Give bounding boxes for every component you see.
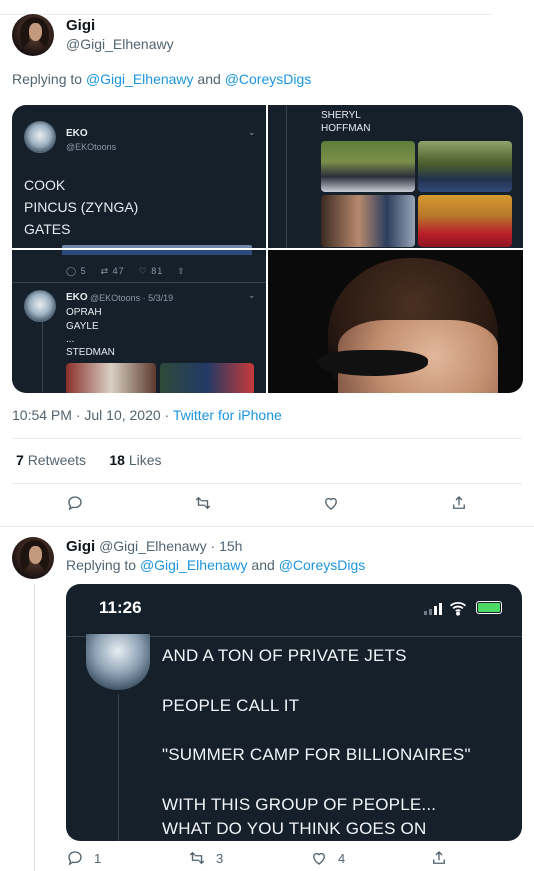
name-label: HOFFMAN: [321, 123, 371, 134]
reply-button[interactable]: [66, 494, 84, 512]
reply-user-link[interactable]: @Gigi_Elhenawy: [86, 71, 194, 87]
retweet-count: 3: [216, 850, 224, 866]
author-name[interactable]: Gigi: [66, 17, 95, 34]
media-text-line: PINCUS (ZYNGA): [24, 199, 139, 215]
source-link[interactable]: Twitter for iPhone: [173, 407, 282, 423]
media-image-4[interactable]: [268, 250, 523, 393]
photo: [418, 141, 512, 192]
share-button[interactable]: [450, 494, 468, 512]
screenshot-text-line: AND A TON OF PRIVATE JETS: [162, 646, 407, 665]
reply-icon: [68, 851, 82, 866]
tweet-actions: 1 3 4: [0, 849, 534, 869]
chevron-down-icon: ⌄: [248, 290, 256, 300]
divider: [0, 526, 534, 527]
tweet-actions: [0, 494, 534, 518]
eko-handle: @EKOtoons: [66, 142, 117, 152]
tweet-timestamp: 10:54 PM · Jul 10, 2020 · Twitter for iP…: [12, 407, 282, 423]
heart-icon: [313, 852, 325, 865]
retweet-icon: [195, 496, 211, 510]
reply-user-link[interactable]: @Gigi_Elhenawy: [140, 557, 248, 573]
photo: [321, 195, 415, 247]
retweet-icon: [189, 851, 205, 865]
tweet-stats: 7 Retweets 18 Likes: [16, 452, 162, 468]
screenshot-text-line: WHAT DO YOU THINK GOES ON: [162, 819, 427, 838]
signal-icon: [424, 603, 442, 615]
battery-icon: [476, 601, 502, 614]
media-text-line: STEDMAN: [66, 347, 115, 358]
media-text-line: GATES: [24, 221, 71, 237]
photo: [418, 195, 512, 247]
divider: [12, 438, 522, 439]
replying-to: Replying to @Gigi_Elhenawy and @CoreysDi…: [12, 71, 312, 87]
tweet-avatar-eko: [86, 634, 150, 690]
status-clock: 11:26: [99, 598, 142, 617]
media-image-screenshot[interactable]: 11:26 AND A TON OF PRIVATE JETS PEOPLE C…: [66, 584, 522, 841]
tweet-actions-row: ◯ 5 ⇄ 47 ♡ 81 ⇧: [66, 266, 186, 276]
like-count: 4: [338, 850, 346, 866]
media-image-2[interactable]: SHERYL HOFFMAN: [268, 105, 523, 248]
divider: [12, 483, 522, 484]
replying-to: Replying to @Gigi_Elhenawy and @CoreysDi…: [66, 557, 366, 573]
retweet-button[interactable]: 3: [188, 849, 223, 867]
media-grid[interactable]: EKO @EKOtoons ⌄ COOK PINCUS (ZYNGA) GATE…: [12, 105, 523, 393]
reply-button[interactable]: 1: [66, 849, 101, 867]
media-text-line: ...: [66, 334, 75, 345]
media-image-3[interactable]: ◯ 5 ⇄ 47 ♡ 81 ⇧ EKO @EKOtoons · 5/3/19 ⌄…: [12, 250, 266, 393]
eko-avatar: [24, 290, 56, 322]
author-name[interactable]: Gigi: [66, 538, 95, 555]
avatar[interactable]: [12, 537, 54, 579]
tweet2-header: Gigi @Gigi_Elhenawy · 15h: [66, 538, 242, 555]
like-button[interactable]: 4: [310, 849, 345, 867]
share-icon: [453, 496, 465, 509]
wifi-icon: [449, 601, 467, 616]
reply-count: 1: [94, 850, 102, 866]
name-label: SHERYL: [321, 110, 361, 121]
media-text-line: OPRAH: [66, 307, 102, 318]
chevron-down-icon: ⌄: [248, 127, 256, 137]
screenshot-text-line: "SUMMER CAMP FOR BILLIONAIRES": [162, 745, 471, 764]
photo: [160, 363, 254, 393]
reply-user-link[interactable]: @CoreysDigs: [279, 557, 366, 573]
retweet-button[interactable]: [194, 494, 212, 512]
author-handle[interactable]: @Gigi_Elhenawy: [66, 36, 174, 52]
reply-icon: [68, 496, 82, 511]
screenshot-text-line: WITH THIS GROUP OF PEOPLE...: [162, 795, 437, 814]
eko-handle-date: @EKOtoons · 5/3/19: [90, 293, 174, 303]
eko-author: EKO: [66, 128, 88, 139]
media-text-line: GAYLE: [66, 321, 99, 332]
author-handle-time[interactable]: @Gigi_Elhenawy · 15h: [99, 538, 242, 554]
thread-line: [34, 584, 35, 871]
media-image-1[interactable]: EKO @EKOtoons ⌄ COOK PINCUS (ZYNGA) GATE…: [12, 105, 266, 248]
likes-stat[interactable]: 18 Likes: [109, 452, 161, 468]
share-icon: [433, 851, 445, 864]
retweets-stat[interactable]: 7 Retweets: [16, 452, 86, 468]
heart-icon: [325, 497, 337, 510]
like-button[interactable]: [322, 494, 340, 512]
media-text-line: COOK: [24, 177, 66, 193]
eko-avatar: [24, 121, 56, 153]
avatar[interactable]: [12, 14, 54, 56]
screenshot-text-line: PEOPLE CALL IT: [162, 696, 300, 715]
top-divider: [0, 14, 492, 15]
photo: [321, 141, 415, 192]
share-button[interactable]: [430, 849, 448, 867]
reply-user-link[interactable]: @CoreysDigs: [225, 71, 312, 87]
photo: [66, 363, 156, 393]
eko-author: EKO: [66, 292, 88, 303]
